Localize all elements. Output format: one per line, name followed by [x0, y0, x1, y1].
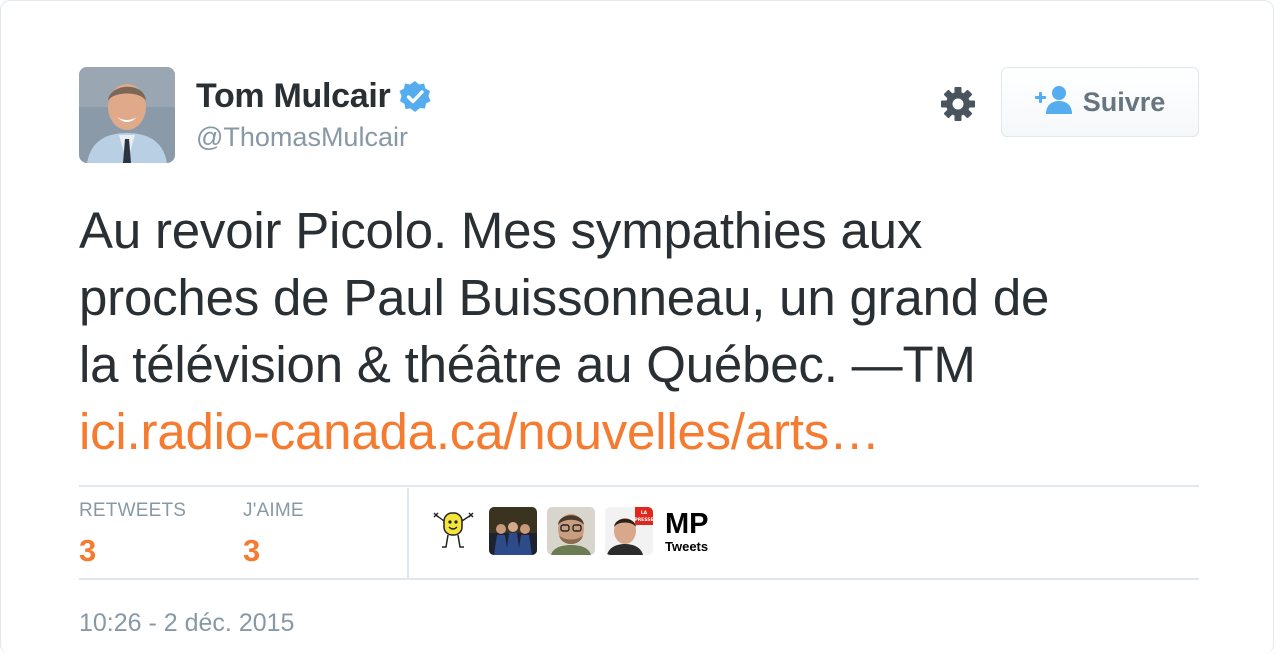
retweets-stat[interactable]: RETWEETS 3 — [79, 500, 186, 569]
follow-label: Suivre — [1082, 86, 1166, 117]
mp-logo-subtext: Tweets — [665, 538, 709, 554]
tweet-line: la télévision & théâtre au Québec. —TM — [79, 336, 976, 393]
tweet-line: Au revoir Picolo. Mes sympathies aux — [79, 202, 923, 259]
add-user-icon — [1034, 85, 1073, 120]
author-name[interactable]: Tom Mulcair — [196, 77, 432, 116]
retweets-count: 3 — [79, 533, 97, 568]
likes-label: J'AIME — [243, 500, 304, 521]
retweets-label: RETWEETS — [79, 500, 187, 521]
author-handle[interactable]: @ThomasMulcair — [196, 122, 408, 153]
follow-button[interactable]: Suivre — [1001, 67, 1199, 137]
svg-text:LA: LA — [641, 510, 648, 516]
gear-icon[interactable] — [939, 85, 977, 123]
tweet-line: proches de Paul Buissonneau, un grand de — [79, 269, 1050, 326]
liker-avatar-la-presse[interactable]: LA PRESSE — [605, 507, 653, 555]
likers-row: LA PRESSE MP Tweets — [431, 507, 709, 555]
verified-badge-icon — [398, 80, 432, 114]
stats-divider — [407, 488, 409, 579]
author-avatar[interactable] — [79, 67, 175, 163]
liker-avatar-man-glasses[interactable] — [547, 507, 595, 555]
likes-count: 3 — [243, 533, 261, 568]
svg-text:PRESSE: PRESSE — [634, 517, 653, 523]
tweet-timestamp[interactable]: 10:26 - 2 déc. 2015 — [79, 609, 294, 638]
liker-avatar-group[interactable] — [489, 507, 537, 555]
author-name-text: Tom Mulcair — [196, 77, 391, 115]
tweet-card: Tom Mulcair @ThomasMulcair Suivre Au rev… — [0, 0, 1274, 654]
divider-top — [79, 485, 1199, 487]
tweet-text: Au revoir Picolo. Mes sympathies aux pro… — [79, 197, 1199, 465]
liker-avatar-cartoon[interactable] — [431, 507, 479, 555]
likes-stat[interactable]: J'AIME 3 — [243, 500, 304, 569]
mp-logo-text: MP — [665, 507, 709, 540]
divider-bottom — [79, 578, 1199, 580]
liker-mp-tweets[interactable]: MP Tweets — [665, 507, 709, 554]
tweet-link[interactable]: ici.radio-canada.ca/nouvelles/arts… — [79, 398, 1199, 465]
